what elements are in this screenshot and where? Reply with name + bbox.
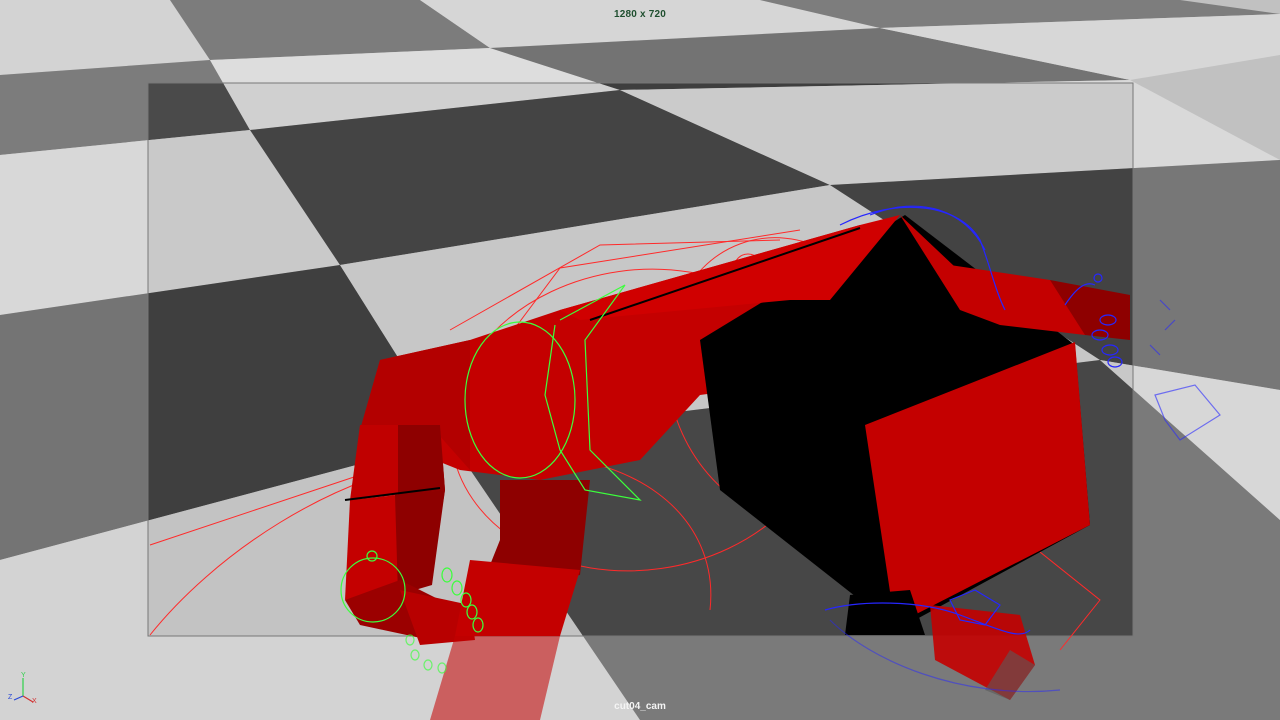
axis-z-line (13, 695, 24, 701)
resolution-gate-label: 1280 x 720 (613, 9, 667, 20)
scene-3d-view[interactable] (0, 0, 1280, 720)
maya-viewport[interactable]: 1280 x 720 cut04_cam Y X Z (0, 0, 1280, 720)
axis-y-label: Y (21, 672, 26, 679)
xyz-axis-icon: Y X Z (8, 672, 37, 705)
camera-name-label: cut04_cam (614, 701, 666, 712)
axis-x-label: X (32, 698, 37, 705)
axis-z-label: Z (8, 694, 13, 701)
